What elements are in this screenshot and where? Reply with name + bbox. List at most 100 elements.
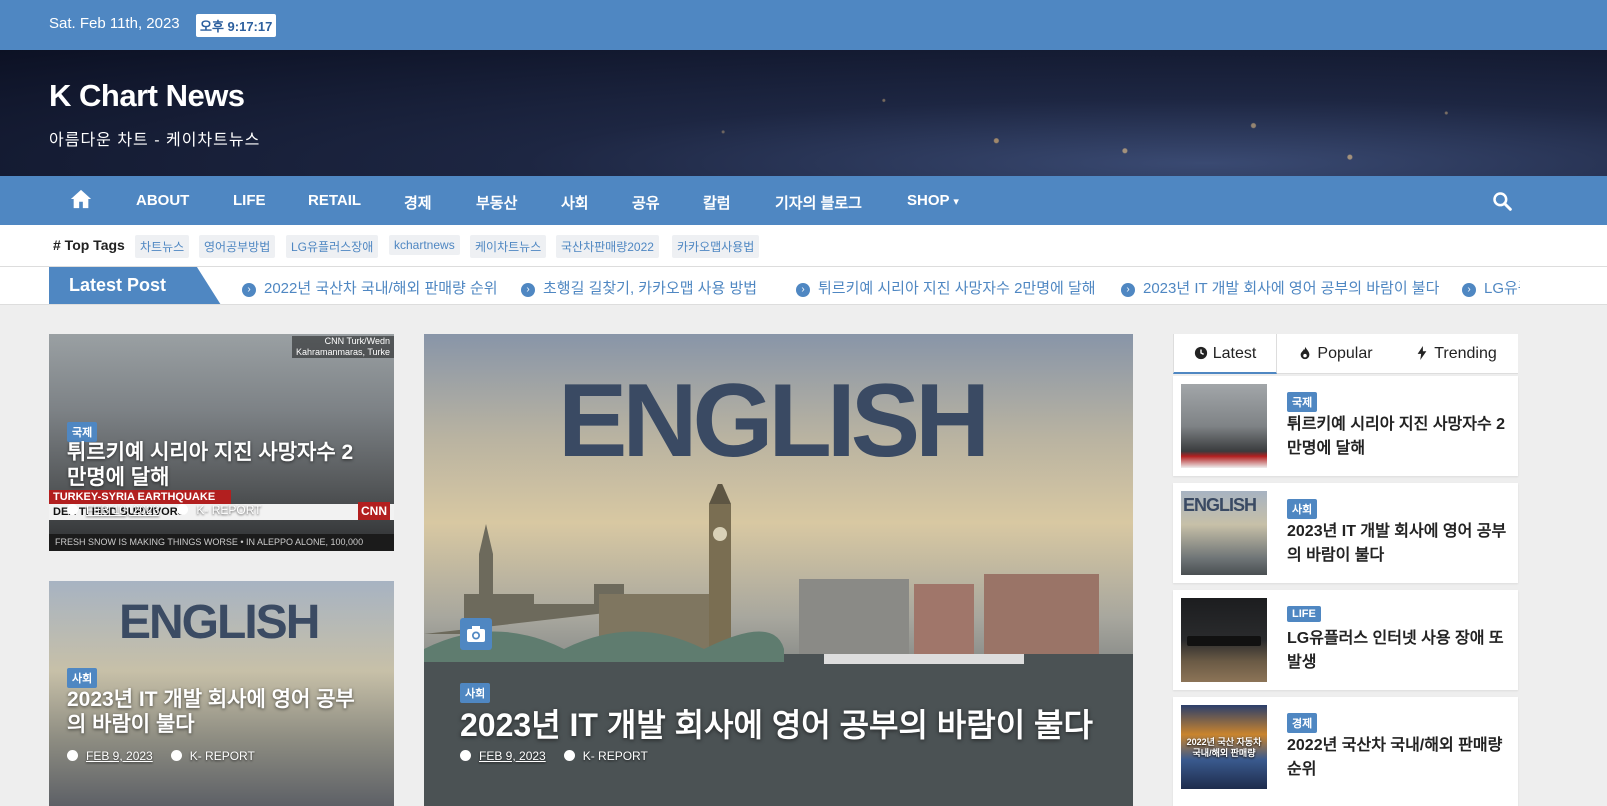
site-title[interactable]: K Chart News (49, 78, 245, 114)
home-icon[interactable] (70, 188, 92, 210)
fire-icon (1301, 346, 1310, 360)
sidebar-post-title[interactable]: LG유플러스 인터넷 사용 장애 또 발생 (1287, 627, 1509, 675)
tag-item[interactable]: 영어공부방법 (199, 235, 276, 258)
nav-item-society[interactable]: 사회 (561, 192, 589, 213)
tab-trending[interactable]: Trending (1394, 334, 1518, 374)
tag-item[interactable]: LG유플러스장애 (286, 235, 379, 258)
post-meta: FEB 9, 2023 K- REPORT (460, 749, 648, 763)
sidebar-post-item[interactable]: 2022년 국산 자동차 국내/해외 판매량 경제 2022년 국산차 국내/해… (1173, 697, 1518, 806)
camera-icon (460, 618, 492, 650)
clock-icon (67, 504, 78, 515)
chevron-down-icon: ▾ (953, 196, 959, 208)
user-icon (170, 750, 182, 761)
latest-post-label: Latest Post (49, 267, 221, 304)
tab-label: Latest (1212, 345, 1257, 362)
nav-item-shop[interactable]: SHOP ▾ (907, 192, 959, 209)
router-thumbnail[interactable] (1181, 598, 1267, 682)
ticker-item[interactable]: › 2022년 국산차 국내/해외 판매량 순위 (242, 277, 498, 298)
tag-item[interactable]: 차트뉴스 (135, 235, 190, 258)
tag-item[interactable]: 국산차판매량2022 (556, 235, 659, 258)
nav-item-retail[interactable]: RETAIL (308, 192, 361, 209)
top-tags-bar: # Top Tags 차트뉴스 영어공부방법 LG유플러스장애 kchartne… (0, 225, 1607, 267)
search-icon[interactable] (1492, 191, 1512, 211)
sidebar-post-item[interactable]: ENGLISH 사회 2023년 IT 개발 회사에 영어 공부의 바람이 불다 (1173, 483, 1518, 583)
clock-icon (460, 750, 471, 761)
post-author[interactable]: K- REPORT (583, 749, 648, 763)
english-thumbnail[interactable]: ENGLISH (1181, 491, 1267, 575)
site-tagline: 아름다운 차트 - 케이차트뉴스 (49, 132, 261, 149)
category-badge[interactable]: LIFE (1287, 606, 1321, 622)
chevron-right-icon: › (1462, 283, 1476, 297)
sidebar-post-title[interactable]: 2023년 IT 개발 회사에 영어 공부의 바람이 불다 (1287, 520, 1509, 568)
post-author[interactable]: K- REPORT (190, 749, 255, 763)
nav-item-about[interactable]: ABOUT (136, 192, 189, 209)
post-date[interactable]: FEB 10, 2023 (86, 503, 159, 517)
chevron-right-icon: › (521, 283, 535, 297)
clock-icon (67, 750, 78, 761)
ticker-item[interactable]: › 초행길 길찾기, 카카오맵 사용 방법 (521, 277, 757, 298)
user-icon (177, 504, 189, 515)
tag-item[interactable]: kchartnews (389, 235, 460, 255)
post-title[interactable]: 2023년 IT 개발 회사에 영어 공부 의 바람이 불다 (67, 687, 377, 737)
chevron-right-icon: › (796, 283, 810, 297)
nav-item-realestate[interactable]: 부동산 (476, 192, 517, 213)
post-title[interactable]: 튀르키예 시리아 지진 사망자수 2 만명에 달해 (67, 440, 377, 490)
ticker-item[interactable]: › 튀르키예 시리아 지진 사망자수 2만명에 달해 (796, 277, 1096, 298)
post-meta: FEB 10, 2023 K- REPORT (67, 503, 262, 517)
category-badge[interactable]: 경제 (1287, 713, 1318, 733)
ticker-item[interactable]: › LG유플러스 인터넷 사용 장애 또 발생 (1462, 277, 1520, 298)
post-date[interactable]: FEB 9, 2023 (479, 749, 546, 763)
sidebar-post-title[interactable]: 2022년 국산차 국내/해외 판매량 순위 (1287, 734, 1509, 782)
nav-item-life[interactable]: LIFE (233, 192, 266, 209)
nav-item-shop-label: SHOP (907, 192, 950, 209)
category-badge[interactable]: 사회 (67, 668, 98, 688)
tab-popular[interactable]: Popular (1277, 334, 1394, 374)
main-nav: ABOUT LIFE RETAIL 경제 부동산 사회 공유 칼럼 기자의 블로… (0, 176, 1607, 225)
image-english-text: ENGLISH (558, 363, 990, 479)
tag-item[interactable]: 케이차트뉴스 (470, 235, 547, 258)
ticker-item-text: 2022년 국산차 국내/해외 판매량 순위 (264, 280, 498, 297)
site-header: K Chart News 아름다운 차트 - 케이차트뉴스 (0, 50, 1607, 176)
current-time: 오후 9:17:17 (196, 14, 277, 37)
image-news-banner: TURKEY-SYRIA EARTHQUAKE (49, 490, 231, 504)
post-meta: FEB 9, 2023 K- REPORT (67, 749, 255, 763)
category-badge[interactable]: 국제 (1287, 392, 1318, 412)
ticker-item[interactable]: › 2023년 IT 개발 회사에 영어 공부의 바람이 불다 (1121, 277, 1439, 298)
category-badge[interactable]: 사회 (1287, 499, 1318, 519)
sidebar-post-item[interactable]: LIFE LG유플러스 인터넷 사용 장애 또 발생 (1173, 590, 1518, 690)
post-card[interactable]: CNN Turk/Wedn Kahramanmaras, Turke TURKE… (49, 334, 394, 551)
sidebar-post-item[interactable]: 국제 튀르키예 시리아 지진 사망자수 2만명에 달해 (1173, 376, 1518, 476)
image-caption-line: CNN Turk/Wedn (324, 336, 390, 346)
chevron-right-icon: › (242, 283, 256, 297)
ticker-item-text: 2023년 IT 개발 회사에 영어 공부의 바람이 불다 (1143, 280, 1440, 297)
featured-post[interactable]: ENGLISH 사회 2023년 IT 개발 회사에 영어 공부의 바람이 불다… (424, 334, 1133, 806)
current-date: Sat. Feb 11th, 2023 (49, 15, 180, 32)
post-card[interactable]: ENGLISH 사회 2023년 IT 개발 회사에 영어 공부 의 바람이 불… (49, 581, 394, 806)
bolt-icon (1417, 346, 1427, 360)
ticker-item-text: LG유플러스 인터넷 사용 장애 또 발생 (1484, 280, 1520, 297)
latest-post-ticker: Latest Post › 2022년 국산차 국내/해외 판매량 순위 › 초행길… (0, 267, 1607, 305)
ticker-strip: › 2022년 국산차 국내/해외 판매량 순위 › 초행길 길찾기, 카카오맵 사… (240, 267, 1520, 304)
category-badge[interactable]: 국제 (67, 422, 98, 442)
sidebar-tabs: Latest Popular Trending (1173, 334, 1518, 374)
top-bar: Sat. Feb 11th, 2023 오후 9:17:17 (0, 0, 1607, 50)
sidebar-post-title[interactable]: 튀르키예 시리아 지진 사망자수 2만명에 달해 (1287, 413, 1509, 461)
post-date[interactable]: FEB 9, 2023 (86, 749, 153, 763)
image-news-strip: FRESH SNOW IS MAKING THINGS WORSE • IN A… (49, 534, 394, 551)
image-english-text: ENGLISH (119, 596, 320, 649)
nav-item-reporter-blog[interactable]: 기자의 블로그 (775, 192, 862, 213)
tab-label: Popular (1317, 345, 1373, 362)
top-tags-label: # Top Tags (53, 237, 125, 253)
featured-post-title[interactable]: 2023년 IT 개발 회사에 영어 공부의 바람이 불다 (460, 700, 1093, 746)
nav-item-column[interactable]: 칼럼 (703, 192, 731, 213)
tab-latest[interactable]: Latest (1173, 334, 1277, 374)
car-sales-thumbnail[interactable]: 2022년 국산 자동차 국내/해외 판매량 (1181, 705, 1267, 789)
post-author[interactable]: K- REPORT (196, 503, 261, 517)
ticker-item-text: 튀르키예 시리아 지진 사망자수 2만명에 달해 (818, 280, 1096, 297)
thumbnail-english-text: ENGLISH (1183, 495, 1257, 515)
nav-item-share[interactable]: 공유 (632, 192, 660, 213)
image-caption-location: CNN Turk/Wedn Kahramanmaras, Turke (291, 336, 394, 358)
nav-item-economy[interactable]: 경제 (404, 192, 432, 213)
tag-item[interactable]: 카카오맵사용법 (672, 235, 760, 258)
earthquake-thumbnail[interactable] (1181, 384, 1267, 468)
